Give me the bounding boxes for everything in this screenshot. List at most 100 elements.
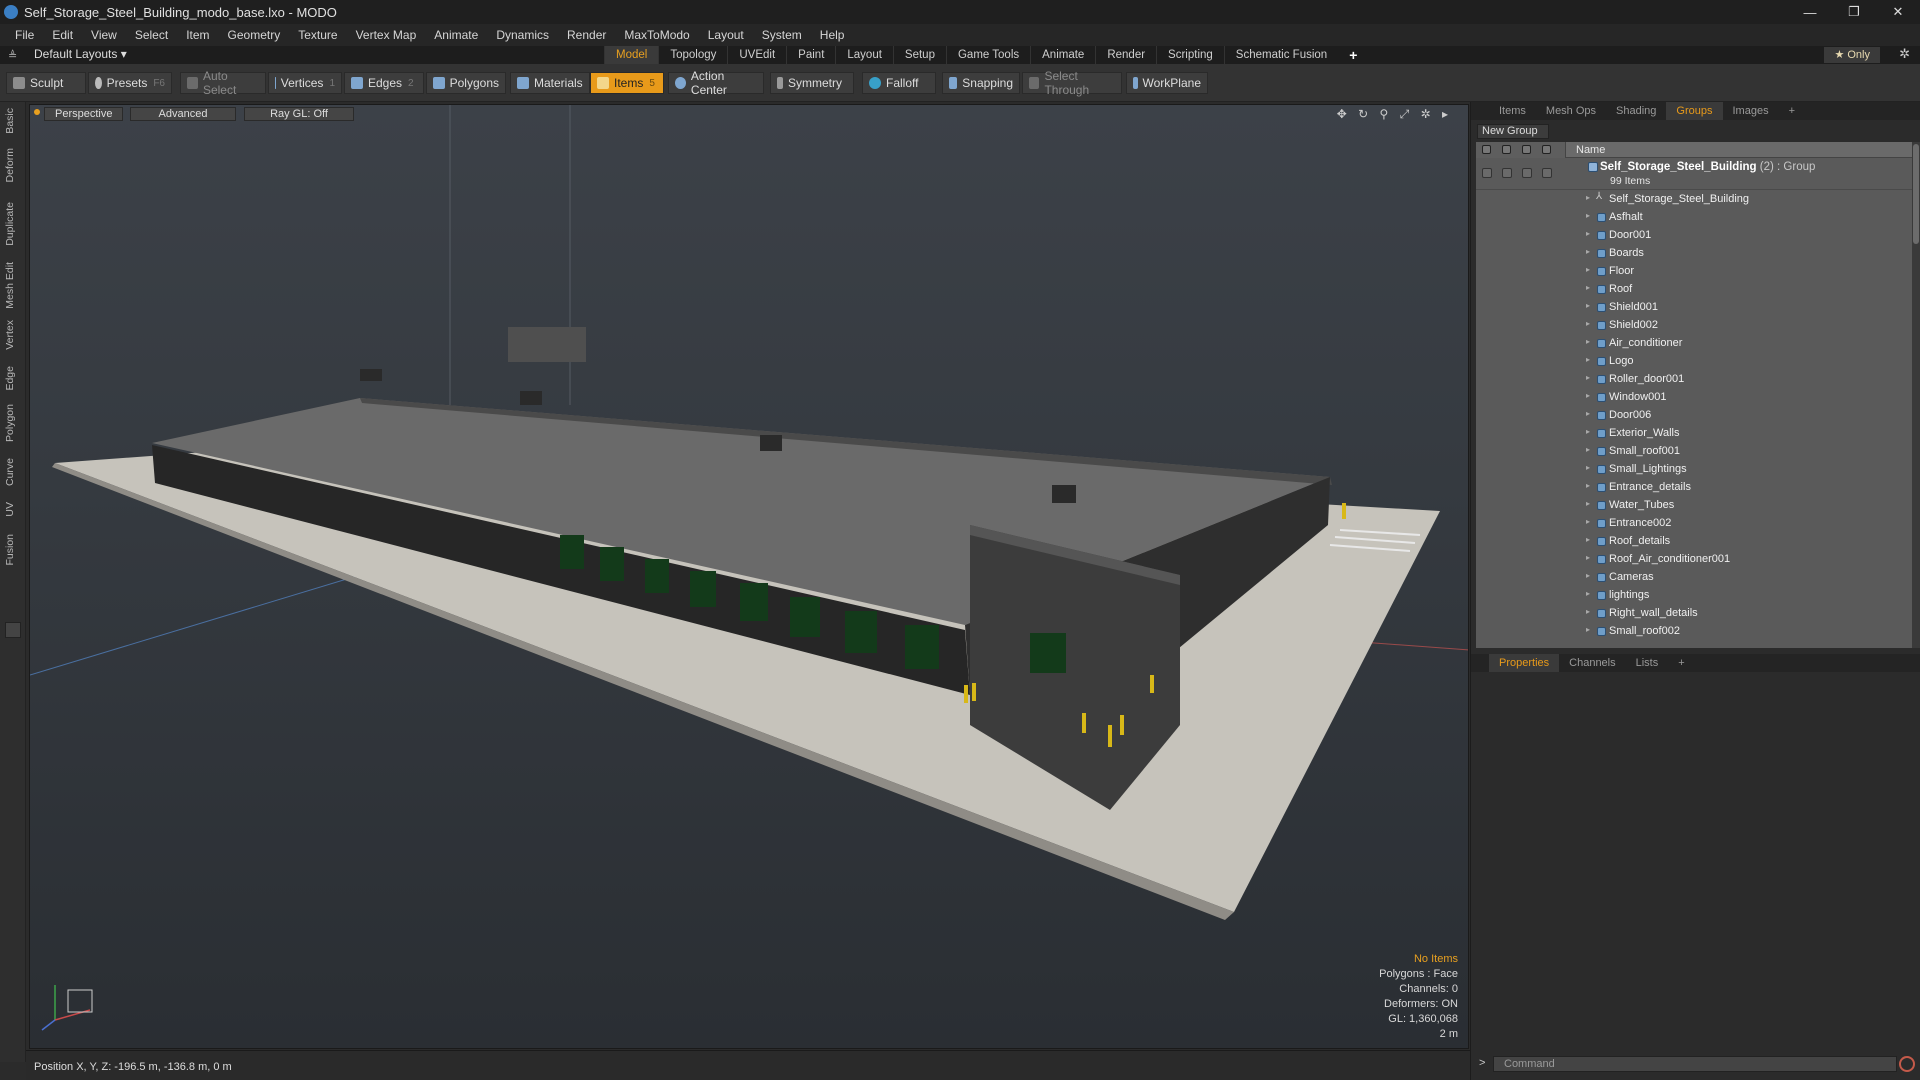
only-toggle-button[interactable]: ★ Only <box>1824 47 1880 63</box>
list-item[interactable]: ▸ Air_conditioner <box>1476 334 1914 352</box>
add-panel-tab-button[interactable]: + <box>1779 102 1805 120</box>
menu-geometry[interactable]: Geometry <box>219 28 290 42</box>
menu-layout[interactable]: Layout <box>699 28 753 42</box>
visibility-column-icon[interactable] <box>1482 145 1491 154</box>
symmetry-button[interactable]: Symmetry <box>770 72 854 94</box>
command-history-button[interactable] <box>1899 1056 1915 1072</box>
tab-lists[interactable]: Lists <box>1626 654 1669 672</box>
tab-topology[interactable]: Topology <box>658 46 727 64</box>
groups-scrollbar[interactable] <box>1912 142 1920 648</box>
tab-model[interactable]: Model <box>604 46 659 64</box>
list-item[interactable]: ▸ Shield002 <box>1476 316 1914 334</box>
auto-select-button[interactable]: Auto Select <box>180 69 266 97</box>
list-item[interactable]: ▸ Roller_door001 <box>1476 370 1914 388</box>
menu-animate[interactable]: Animate <box>425 28 487 42</box>
command-input[interactable]: Command <box>1493 1056 1897 1072</box>
gear-icon[interactable]: ✲ <box>1899 46 1910 62</box>
menu-system[interactable]: System <box>753 28 811 42</box>
select-through-button[interactable]: Select Through <box>1022 69 1122 97</box>
list-item[interactable]: ▸ Shield001 <box>1476 298 1914 316</box>
lock-toggle-icon[interactable] <box>1522 168 1532 178</box>
snapping-button[interactable]: Snapping <box>942 72 1020 94</box>
menu-help[interactable]: Help <box>811 28 854 42</box>
layouts-dropdown[interactable]: Default Layouts ▾ <box>34 47 127 61</box>
new-group-button[interactable]: New Group <box>1477 124 1549 139</box>
expand-icon[interactable]: ▸ <box>1586 337 1590 346</box>
list-item[interactable]: ▸ Roof_Air_conditioner001 <box>1476 550 1914 568</box>
workplane-button[interactable]: WorkPlane <box>1126 72 1208 94</box>
expand-icon[interactable]: ▸ <box>1586 265 1590 274</box>
layout-menu-icon[interactable]: ≜ <box>8 49 20 62</box>
tab-shading[interactable]: Shading <box>1606 102 1666 120</box>
list-item[interactable]: ▸ Exterior_Walls <box>1476 424 1914 442</box>
menu-select[interactable]: Select <box>126 28 177 42</box>
expand-icon[interactable]: ▸ <box>1586 373 1590 382</box>
expand-icon[interactable]: ▸ <box>1586 517 1590 526</box>
expand-icon[interactable]: ▸ <box>1586 589 1590 598</box>
tab-channels[interactable]: Channels <box>1559 654 1625 672</box>
side-tab-vertex[interactable]: Vertex <box>4 320 16 350</box>
action-center-button[interactable]: Action Center <box>668 69 764 97</box>
side-tab-duplicate[interactable]: Duplicate <box>4 202 16 246</box>
side-tab-uv[interactable]: UV <box>4 502 16 517</box>
side-tab-fusion[interactable]: Fusion <box>4 534 16 566</box>
falloff-button[interactable]: Falloff <box>862 72 936 94</box>
expand-icon[interactable]: ▸ <box>1586 301 1590 310</box>
tab-uvedit[interactable]: UVEdit <box>727 46 786 64</box>
tab-schematic-fusion[interactable]: Schematic Fusion <box>1223 46 1338 64</box>
render-toggle-icon[interactable] <box>1502 168 1512 178</box>
list-item[interactable]: ▸ Cameras <box>1476 568 1914 586</box>
minimize-button[interactable]: — <box>1788 0 1832 24</box>
vertices-button[interactable]: Vertices 1 <box>268 72 342 94</box>
list-item[interactable]: ▸ Logo <box>1476 352 1914 370</box>
group-row[interactable]: Self_Storage_Steel_Building (2) : Group … <box>1476 158 1914 190</box>
menu-file[interactable]: File <box>6 28 43 42</box>
tab-groups[interactable]: Groups <box>1666 102 1723 120</box>
list-item[interactable]: ▸ Roof <box>1476 280 1914 298</box>
tab-setup[interactable]: Setup <box>892 46 946 64</box>
menu-maxtomodo[interactable]: MaxToModo <box>615 28 698 42</box>
expand-icon[interactable]: ▸ <box>1586 319 1590 328</box>
tab-properties[interactable]: Properties <box>1489 654 1560 672</box>
menu-edit[interactable]: Edit <box>43 28 82 42</box>
list-item[interactable]: ▸ Water_Tubes <box>1476 496 1914 514</box>
tab-paint[interactable]: Paint <box>786 46 835 64</box>
add-tab-button[interactable]: + <box>1338 46 1368 64</box>
3d-viewport[interactable]: Perspective Advanced Ray GL: Off ✥ ↻ ⚲ ⤢… <box>29 104 1469 1049</box>
list-item[interactable]: ▸ Right_wall_details <box>1476 604 1914 622</box>
lock-column-icon[interactable] <box>1522 145 1531 154</box>
list-item[interactable]: ▸ Small_roof001 <box>1476 442 1914 460</box>
expand-icon[interactable]: ▸ <box>1586 427 1590 436</box>
select-column-icon[interactable] <box>1542 145 1551 154</box>
tab-items[interactable]: Items <box>1489 102 1536 120</box>
close-button[interactable]: ✕ <box>1876 0 1920 24</box>
materials-button[interactable]: Materials <box>510 72 590 94</box>
render-column-icon[interactable] <box>1502 145 1511 154</box>
tab-scripting[interactable]: Scripting <box>1156 46 1224 64</box>
sculpt-button[interactable]: Sculpt <box>6 72 86 94</box>
list-item[interactable]: ▸ Door006 <box>1476 406 1914 424</box>
menu-texture[interactable]: Texture <box>289 28 346 42</box>
side-tab-basic[interactable]: Basic <box>4 108 16 134</box>
list-item[interactable]: ▸ Asfhalt <box>1476 208 1914 226</box>
select-toggle-icon[interactable] <box>1542 168 1552 178</box>
expand-icon[interactable]: ▸ <box>1586 553 1590 562</box>
side-tab-edge[interactable]: Edge <box>4 366 16 391</box>
expand-icon[interactable]: ▸ <box>1586 211 1590 220</box>
expand-icon[interactable]: ▸ <box>1586 571 1590 580</box>
menu-render[interactable]: Render <box>558 28 615 42</box>
expand-icon[interactable]: ▸ <box>1586 391 1590 400</box>
list-item[interactable]: ▸ Window001 <box>1476 388 1914 406</box>
polygons-button[interactable]: Polygons <box>426 72 506 94</box>
list-item[interactable]: ▸ lightings <box>1476 586 1914 604</box>
list-item[interactable]: ▸ Entrance_details <box>1476 478 1914 496</box>
list-item[interactable]: ▸ Entrance002 <box>1476 514 1914 532</box>
side-tab-curve[interactable]: Curve <box>4 458 16 486</box>
expand-icon[interactable]: ▸ <box>1586 607 1590 616</box>
list-item[interactable]: ▸ ⅄ Self_Storage_Steel_Building <box>1476 190 1914 208</box>
eye-icon[interactable] <box>1482 168 1492 178</box>
expand-icon[interactable]: ▸ <box>1586 535 1590 544</box>
tab-images[interactable]: Images <box>1723 102 1779 120</box>
tab-game-tools[interactable]: Game Tools <box>945 46 1030 64</box>
tab-layout[interactable]: Layout <box>835 46 893 64</box>
